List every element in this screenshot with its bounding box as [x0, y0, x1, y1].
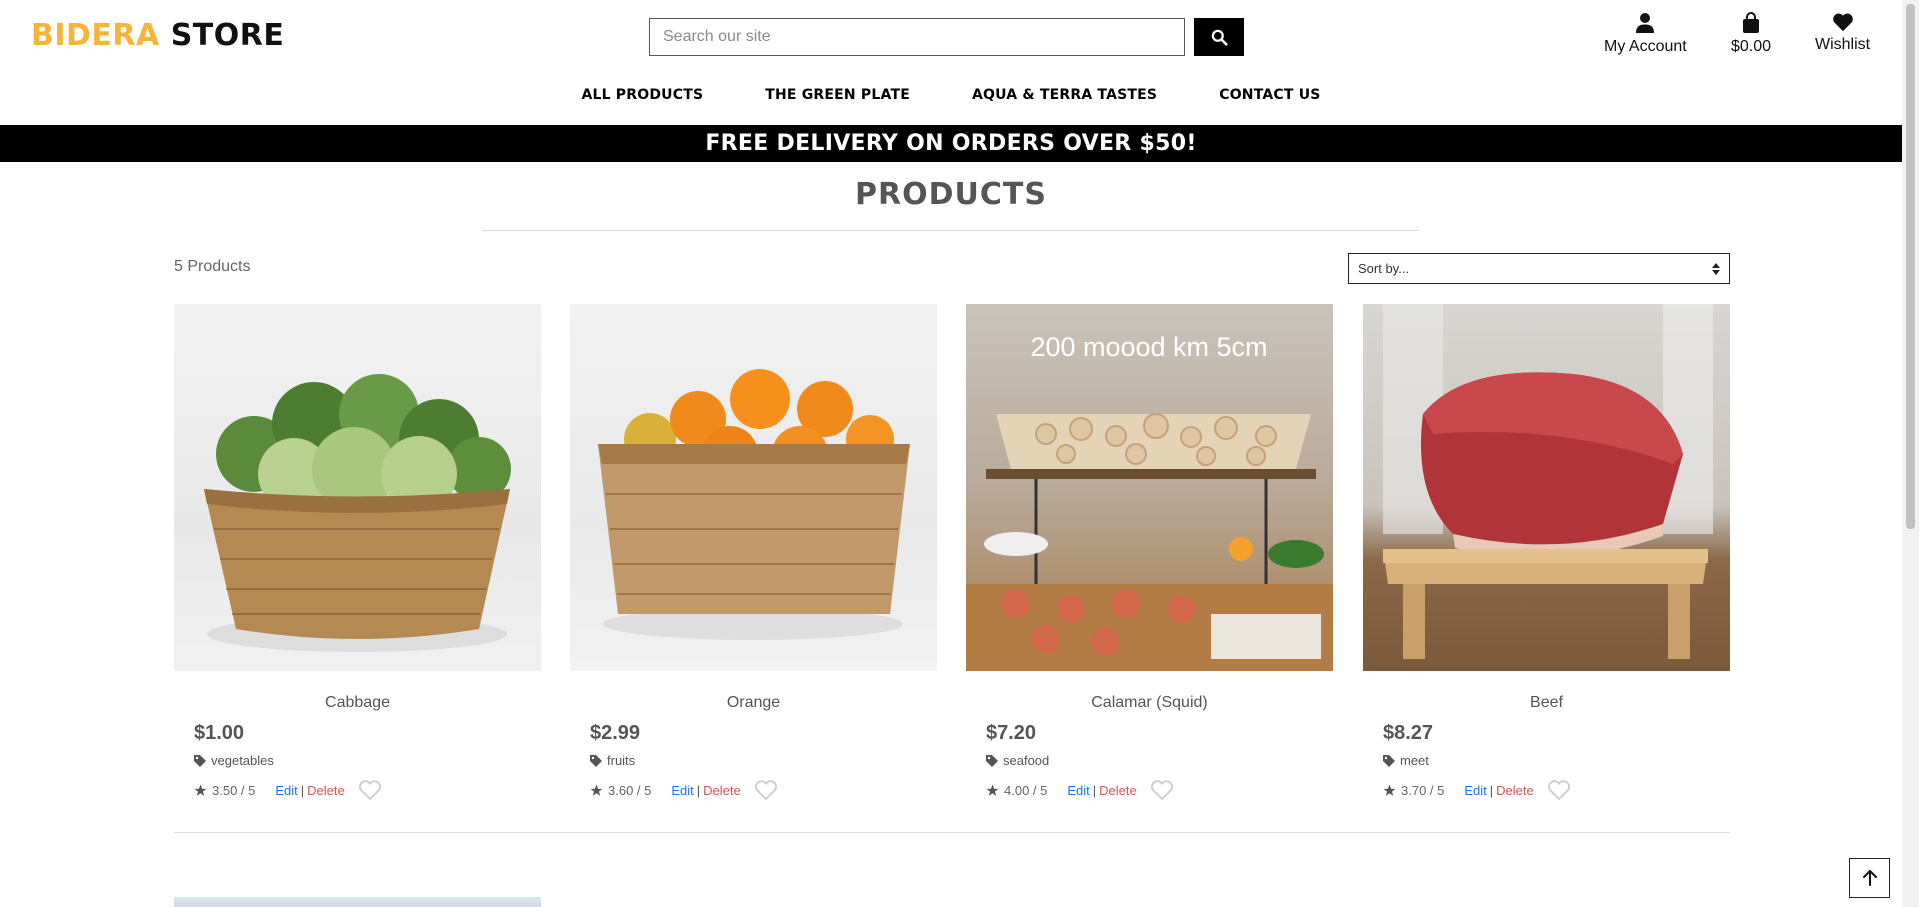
- link-separator: |: [1489, 782, 1494, 798]
- store-logo[interactable]: BIDERA STORE: [31, 18, 284, 53]
- link-separator: |: [1092, 782, 1097, 798]
- product-category[interactable]: fruits: [590, 753, 937, 768]
- product-meta: 4.00 / 5 Edit | Delete: [986, 779, 1333, 801]
- category-label: meet: [1400, 753, 1429, 768]
- product-rating: 3.60 / 5: [608, 782, 652, 798]
- delete-link[interactable]: Delete: [703, 783, 741, 798]
- product-image-calamar[interactable]: 200 moood km 5cm: [966, 304, 1333, 671]
- row-divider: [174, 832, 1730, 833]
- shopping-bag-icon: [1743, 12, 1760, 33]
- product-card: 200 moood km 5cm Calamar (Squid) $7.20 s…: [966, 304, 1333, 801]
- title-divider: [482, 230, 1419, 231]
- product-rating: 3.70 / 5: [1401, 782, 1445, 798]
- search-input[interactable]: [649, 18, 1185, 56]
- product-card: Orange $2.99 fruits 3.60 / 5 Edit | Dele…: [570, 304, 937, 801]
- main-nav: ALL PRODUCTS THE GREEN PLATE AQUA & TERR…: [0, 87, 1902, 103]
- delivery-banner: FREE DELIVERY ON ORDERS OVER $50!: [0, 125, 1902, 162]
- nav-aqua-terra[interactable]: AQUA & TERRA TASTES: [972, 87, 1157, 103]
- product-card: Cabbage $1.00 vegetables 3.50 / 5 Edit |…: [174, 304, 541, 801]
- bag-total: $0.00: [1731, 38, 1772, 55]
- heart-outline-icon[interactable]: [1150, 779, 1174, 801]
- tag-icon: [1383, 754, 1395, 767]
- nav-green-plate[interactable]: THE GREEN PLATE: [765, 87, 910, 103]
- product-image-orange[interactable]: [570, 304, 937, 671]
- search-icon: [1211, 29, 1228, 46]
- delete-link[interactable]: Delete: [1099, 783, 1137, 798]
- product-name[interactable]: Orange: [570, 694, 937, 712]
- product-name[interactable]: Calamar (Squid): [966, 694, 1333, 712]
- product-meta: 3.70 / 5 Edit | Delete: [1383, 779, 1730, 801]
- product-name[interactable]: Beef: [1363, 694, 1730, 712]
- star-icon: [590, 784, 603, 796]
- edit-link[interactable]: Edit: [275, 783, 297, 798]
- category-label: seafood: [1003, 753, 1050, 768]
- product-image-partial[interactable]: [174, 897, 541, 907]
- heart-outline-icon[interactable]: [754, 779, 778, 801]
- arrow-up-icon: [1862, 870, 1877, 886]
- product-category[interactable]: meet: [1383, 753, 1730, 768]
- scrollbar-thumb[interactable]: [1906, 4, 1915, 529]
- link-separator: |: [696, 782, 701, 798]
- search-button[interactable]: [1194, 18, 1244, 56]
- product-price: $8.27: [1383, 722, 1434, 744]
- edit-link[interactable]: Edit: [671, 783, 693, 798]
- product-price: $2.99: [590, 722, 641, 744]
- tag-icon: [986, 754, 998, 767]
- delete-link[interactable]: Delete: [307, 783, 345, 798]
- product-count: 5 Products: [174, 258, 251, 275]
- star-icon: [194, 784, 207, 796]
- wishlist-link[interactable]: Wishlist: [1815, 12, 1870, 54]
- page-scrollbar[interactable]: [1902, 0, 1919, 907]
- logo-part2: STORE: [170, 18, 285, 53]
- product-meta: 3.50 / 5 Edit | Delete: [194, 779, 541, 801]
- product-image-beef[interactable]: [1363, 304, 1730, 671]
- sort-selected-value: Sort by...: [1358, 261, 1410, 276]
- my-account-link[interactable]: My Account: [1604, 12, 1687, 56]
- delete-link[interactable]: Delete: [1496, 783, 1534, 798]
- edit-link[interactable]: Edit: [1067, 783, 1089, 798]
- product-name[interactable]: Cabbage: [174, 694, 541, 712]
- heart-outline-icon[interactable]: [1547, 779, 1571, 801]
- category-label: fruits: [607, 753, 636, 768]
- product-meta: 3.60 / 5 Edit | Delete: [590, 779, 937, 801]
- star-icon: [1383, 784, 1396, 796]
- product-category[interactable]: seafood: [986, 753, 1333, 768]
- logo-part1: BIDERA: [31, 18, 160, 53]
- user-icon: [1636, 13, 1655, 33]
- heart-icon: [1832, 13, 1853, 32]
- wishlist-label: Wishlist: [1815, 36, 1871, 53]
- shopping-bag-link[interactable]: $0.00: [1731, 12, 1771, 56]
- product-rating: 3.50 / 5: [212, 782, 256, 798]
- page: BIDERA STORE My Account $0.00 Wishlist A…: [0, 0, 1902, 907]
- product-price: $7.20: [986, 722, 1037, 744]
- star-icon: [986, 784, 999, 796]
- link-separator: |: [300, 782, 305, 798]
- product-price: $1.00: [194, 722, 245, 744]
- image-caption: 200 moood km 5cm: [1030, 332, 1267, 362]
- chevron-updown-icon: [1712, 262, 1720, 275]
- edit-link[interactable]: Edit: [1464, 783, 1486, 798]
- heart-outline-icon[interactable]: [358, 779, 382, 801]
- page-title: PRODUCTS: [855, 177, 1047, 212]
- product-rating: 4.00 / 5: [1004, 782, 1048, 798]
- my-account-label: My Account: [1604, 38, 1687, 55]
- product-card: Beef $8.27 meet 3.70 / 5 Edit | Delete: [1363, 304, 1730, 801]
- tag-icon: [590, 754, 602, 767]
- category-label: vegetables: [211, 753, 274, 768]
- nav-contact-us[interactable]: CONTACT US: [1219, 87, 1320, 103]
- product-category[interactable]: vegetables: [194, 753, 541, 768]
- product-image-cabbage[interactable]: [174, 304, 541, 671]
- sort-select[interactable]: Sort by...: [1348, 253, 1730, 284]
- back-to-top-button[interactable]: [1849, 858, 1890, 898]
- tag-icon: [194, 754, 206, 767]
- nav-all-products[interactable]: ALL PRODUCTS: [581, 87, 703, 103]
